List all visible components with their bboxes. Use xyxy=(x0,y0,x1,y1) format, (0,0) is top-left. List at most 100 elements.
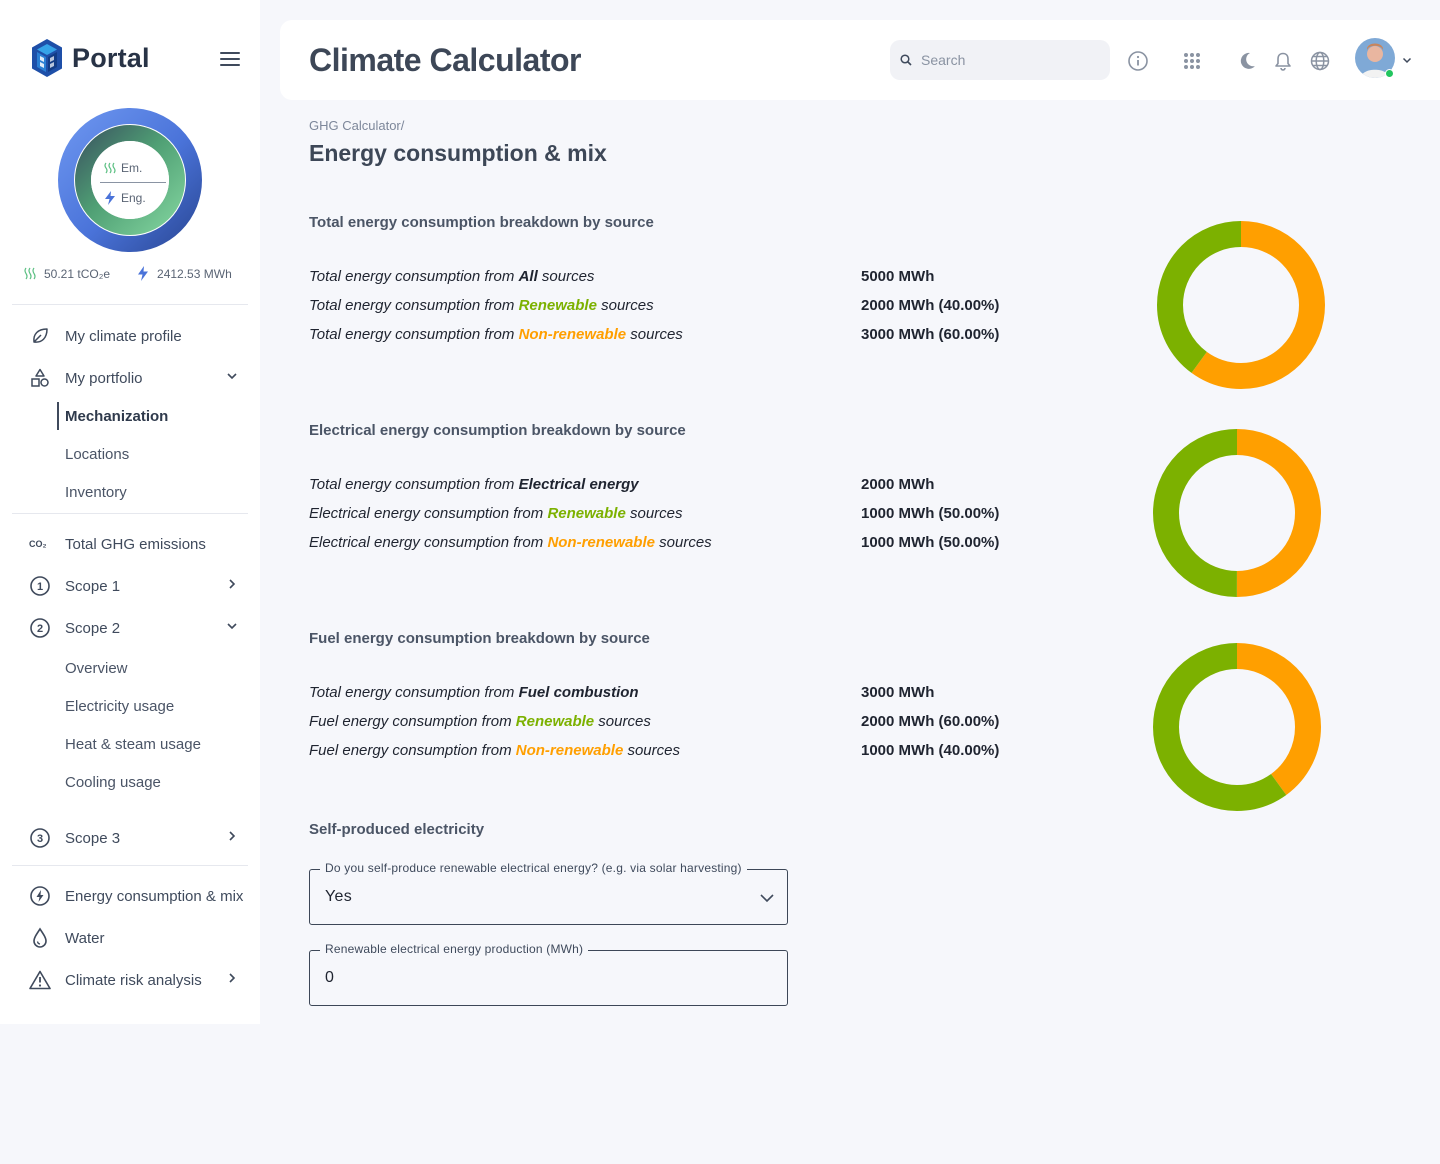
nav-climate-profile[interactable]: My climate profile xyxy=(28,321,256,351)
row-value: 2000 MWh (60.00%) xyxy=(861,713,1000,730)
nav-label: Scope 2 xyxy=(65,619,121,637)
row-label: Total energy consumption from Non-renewa… xyxy=(309,326,683,343)
chevron-right-icon xyxy=(229,579,236,589)
nav-total-ghg[interactable]: CO₂ Total GHG emissions xyxy=(28,529,256,559)
electrical-energy-donut-chart xyxy=(1153,429,1321,597)
energy-value: 2412.53 MWh xyxy=(157,266,232,281)
lightning-circle-icon xyxy=(28,884,52,908)
water-drop-icon xyxy=(28,926,52,950)
chevron-right-icon xyxy=(229,973,236,983)
nav-label: Total GHG emissions xyxy=(65,535,206,553)
production-input[interactable]: Renewable electrical energy production (… xyxy=(309,942,788,1006)
globe-icon[interactable] xyxy=(1309,50,1331,72)
emissions-stat: 50.21 tCO₂e xyxy=(24,267,110,281)
divider xyxy=(12,865,248,866)
ring-energy-label: Eng. xyxy=(121,191,146,205)
nav-label: My portfolio xyxy=(65,369,143,387)
nav-cooling-usage[interactable]: Cooling usage xyxy=(65,770,161,794)
row-value: 5000 MWh xyxy=(861,268,935,285)
divider xyxy=(12,513,248,514)
active-indicator xyxy=(57,402,59,430)
row-value: 2000 MWh xyxy=(861,476,935,493)
row-value: 1000 MWh (50.00%) xyxy=(861,505,1000,522)
svg-text:3: 3 xyxy=(37,833,43,845)
chevron-down-icon[interactable] xyxy=(1401,54,1413,66)
row-value: 1000 MWh (40.00%) xyxy=(861,742,1000,759)
ring-legend: Em. Eng. xyxy=(100,160,166,206)
nav-portfolio[interactable]: My portfolio xyxy=(28,363,256,393)
row-value: 3000 MWh (60.00%) xyxy=(861,326,1000,343)
row-label: Total energy consumption from Fuel combu… xyxy=(309,684,639,701)
nav-scope-2[interactable]: 2 Scope 2 xyxy=(28,613,256,643)
breadcrumb[interactable]: GHG Calculator/ xyxy=(309,118,404,133)
row-value: 3000 MWh xyxy=(861,684,935,701)
nav-water[interactable]: Water xyxy=(28,923,256,953)
lightning-icon xyxy=(105,191,115,205)
co2-icon: CO₂ xyxy=(28,532,52,556)
apps-grid-icon[interactable] xyxy=(1181,50,1203,72)
nav-label: Climate risk analysis xyxy=(65,971,202,989)
logo-text: Portal xyxy=(72,42,150,73)
svg-text:2: 2 xyxy=(37,623,43,635)
nav-overview[interactable]: Overview xyxy=(65,656,128,680)
online-status-dot xyxy=(1385,69,1394,78)
nav-energy-consumption[interactable]: Energy consumption & mix xyxy=(28,881,256,911)
sidebar-stats: 50.21 tCO₂e 2412.53 MWh xyxy=(24,266,232,281)
nav-electricity-usage[interactable]: Electricity usage xyxy=(65,694,174,718)
row-label: Fuel energy consumption from Renewable s… xyxy=(309,713,651,730)
row-label: Total energy consumption from Electrical… xyxy=(309,476,639,493)
svg-text:CO₂: CO₂ xyxy=(29,539,47,549)
svg-text:1: 1 xyxy=(37,581,43,593)
self-produce-select[interactable]: Do you self-produce renewable electrical… xyxy=(309,861,788,925)
info-icon[interactable] xyxy=(1127,50,1149,72)
number-two-icon: 2 xyxy=(28,616,52,640)
number-three-icon: 3 xyxy=(28,826,52,850)
field-label: Do you self-produce renewable electrical… xyxy=(320,861,747,875)
page-title: Climate Calculator xyxy=(309,42,581,78)
nav-climate-risk[interactable]: Climate risk analysis xyxy=(28,965,256,995)
search-input[interactable] xyxy=(921,52,1091,68)
emissions-value: 50.21 tCO₂e xyxy=(44,266,111,281)
select-value: Yes xyxy=(325,888,353,905)
nav-inventory[interactable]: Inventory xyxy=(65,480,127,504)
chevron-down-icon xyxy=(760,894,774,903)
nav-label: My climate profile xyxy=(65,327,182,345)
leaf-icon xyxy=(28,324,52,348)
sidebar: Portal Em. Eng. 50.21 tCO₂e 2412.53 MWh … xyxy=(0,0,260,1024)
fuel-energy-donut-chart xyxy=(1153,643,1321,811)
nav-label: Water xyxy=(65,929,105,947)
chevron-right-icon xyxy=(229,831,236,841)
number-one-icon: 1 xyxy=(28,574,52,598)
field-label: Renewable electrical energy production (… xyxy=(320,942,589,956)
shapes-icon xyxy=(28,366,52,390)
menu-toggle-icon[interactable] xyxy=(220,52,240,68)
lightning-icon xyxy=(138,266,149,281)
energy-stat: 2412.53 MWh xyxy=(137,266,232,281)
section-title: Fuel energy consumption breakdown by sou… xyxy=(309,630,650,647)
section-title: Self-produced electricity xyxy=(309,821,485,838)
divider xyxy=(12,304,248,305)
search-icon xyxy=(900,54,912,66)
row-value: 2000 MWh (40.00%) xyxy=(861,297,1000,314)
logo[interactable]: Portal xyxy=(30,38,150,78)
row-label: Electrical energy consumption from Renew… xyxy=(309,505,683,522)
row-label: Fuel energy consumption from Non-renewab… xyxy=(309,742,680,759)
moon-icon[interactable] xyxy=(1236,50,1258,72)
nav-mechanization[interactable]: Mechanization xyxy=(65,404,168,428)
heat-waves-icon xyxy=(24,267,36,280)
nav-scope-1[interactable]: 1 Scope 1 xyxy=(28,571,256,601)
total-energy-donut-chart xyxy=(1157,221,1325,389)
row-label: Electrical energy consumption from Non-r… xyxy=(309,534,712,551)
nav-scope-3[interactable]: 3 Scope 3 xyxy=(28,823,256,853)
search-box[interactable] xyxy=(890,40,1110,80)
nav-label: Scope 3 xyxy=(65,829,121,847)
nav-locations[interactable]: Locations xyxy=(65,442,129,466)
nav-heat-steam-usage[interactable]: Heat & steam usage xyxy=(65,732,201,756)
chevron-down-icon xyxy=(227,373,237,380)
section-title: Electrical energy consumption breakdown … xyxy=(309,422,686,439)
nav-label: Scope 1 xyxy=(65,577,121,595)
heat-waves-icon xyxy=(104,162,116,174)
bell-icon[interactable] xyxy=(1272,50,1294,72)
row-value: 1000 MWh (50.00%) xyxy=(861,534,1000,551)
portal-logo-icon xyxy=(32,39,62,77)
